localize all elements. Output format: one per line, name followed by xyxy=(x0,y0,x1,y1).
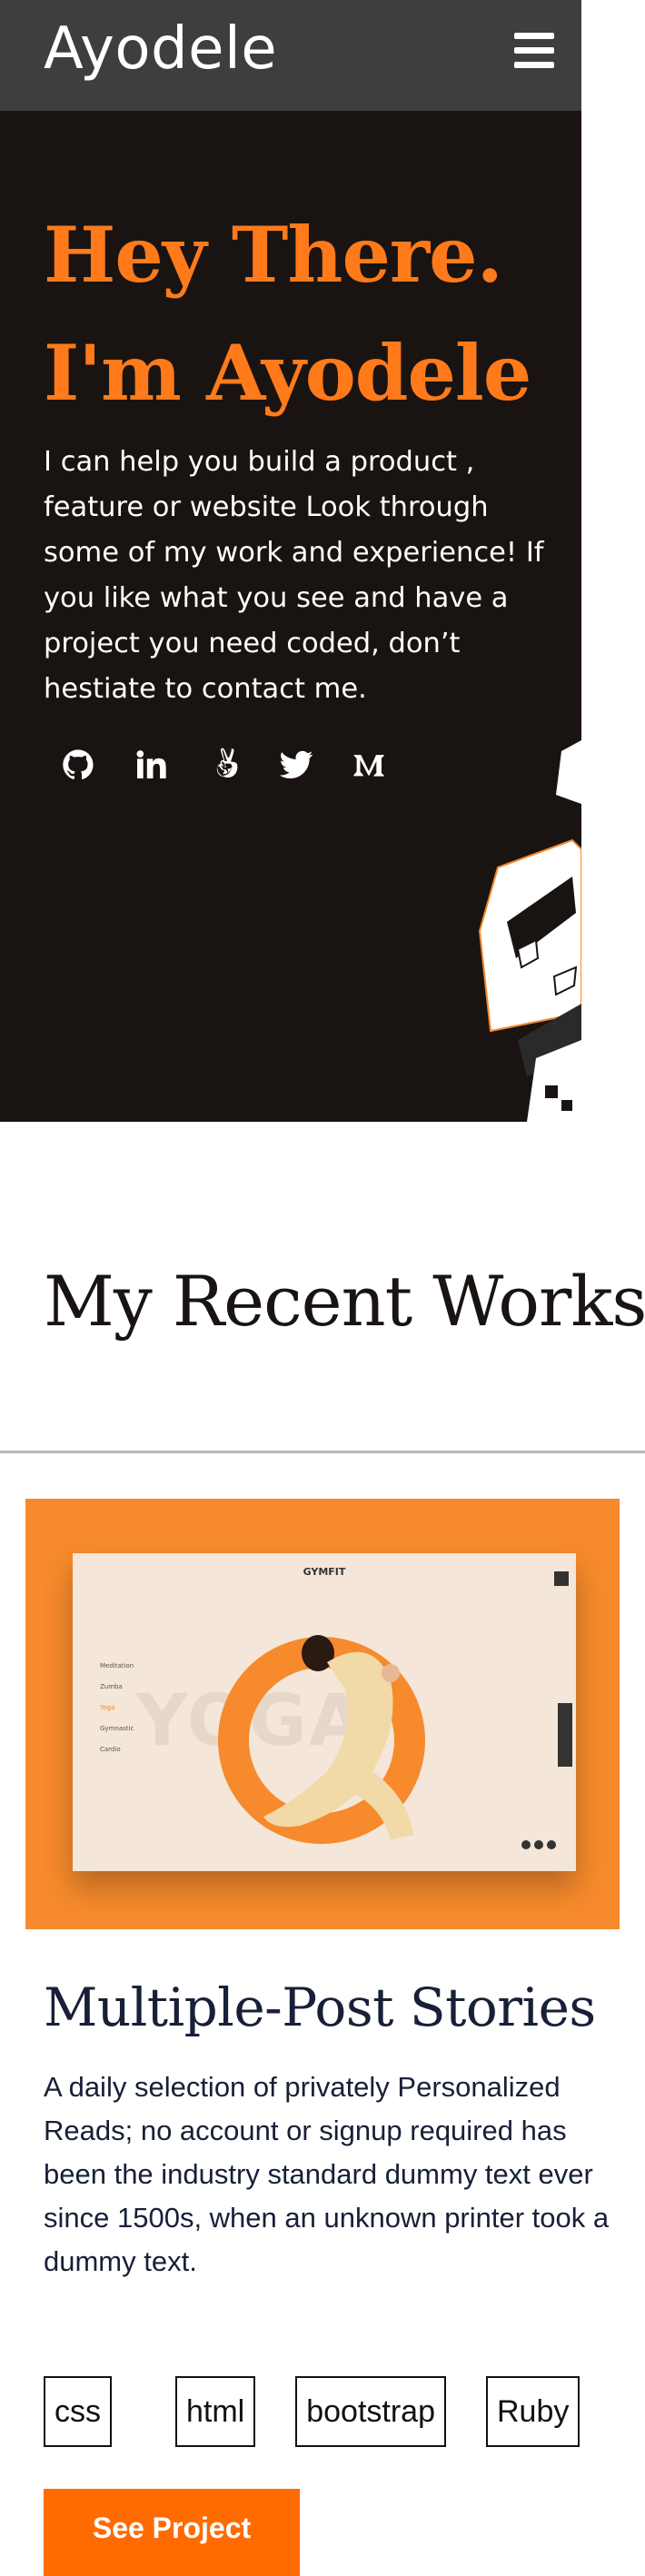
tag-css[interactable]: css xyxy=(44,2376,112,2447)
divider xyxy=(0,1451,645,1453)
preview-menu-item: Gymnastic xyxy=(100,1725,134,1732)
angellist-icon[interactable] xyxy=(203,745,243,785)
hero-intro-text: I can help you build a product , feature… xyxy=(44,446,544,705)
preview-menu: Meditation Zumba Yoga Gymnastic Cardio xyxy=(100,1662,134,1767)
yoga-figure-illustration xyxy=(263,1635,413,1839)
social-links xyxy=(58,745,389,785)
project-description: A daily selection of privately Personali… xyxy=(44,2071,610,2277)
linkedin-icon[interactable] xyxy=(131,745,171,785)
hero-title: Hey There. I'm Ayodele xyxy=(44,196,581,432)
twitter-icon[interactable] xyxy=(276,745,316,785)
hero-section: Hey There. I'm Ayodele I can help you bu… xyxy=(0,111,581,1122)
tag-html[interactable]: html xyxy=(175,2376,256,2447)
hamburger-menu-icon[interactable] xyxy=(514,33,554,69)
section-title: My Recent Works xyxy=(44,1261,645,1342)
tech-tags: css html bootstrap Ruby xyxy=(44,2376,580,2447)
tag-ruby[interactable]: Ruby xyxy=(486,2376,580,2447)
hero-title-line-2: I'm Ayodele xyxy=(44,328,531,418)
see-project-button[interactable]: See Project xyxy=(44,2489,300,2576)
hero-title-line-1: Hey There. xyxy=(44,210,503,300)
tag-bootstrap[interactable]: bootstrap xyxy=(295,2376,446,2447)
preview-menu-item: Meditation xyxy=(100,1662,134,1669)
preview-social-dots xyxy=(521,1840,556,1849)
preview-menu-item: Zumba xyxy=(100,1683,123,1690)
site-logo[interactable]: Ayodele xyxy=(44,20,277,78)
preview-side-tab xyxy=(558,1703,572,1767)
project-title: Multiple-Post Stories xyxy=(44,1977,596,2038)
preview-menu-item: Cardio xyxy=(100,1746,121,1753)
github-icon[interactable] xyxy=(58,745,98,785)
preview-brand: GYMFIT xyxy=(303,1566,346,1578)
decorative-shapes xyxy=(478,740,581,1122)
medium-icon[interactable] xyxy=(349,745,389,785)
project-screenshot: GYMFIT YOGA Meditation Zumba Yoga Gymnas… xyxy=(25,1499,620,1929)
project-preview-screen: GYMFIT YOGA Meditation Zumba Yoga Gymnas… xyxy=(73,1553,576,1871)
preview-menu-item: Yoga xyxy=(100,1704,115,1711)
site-header: Ayodele xyxy=(0,0,581,111)
